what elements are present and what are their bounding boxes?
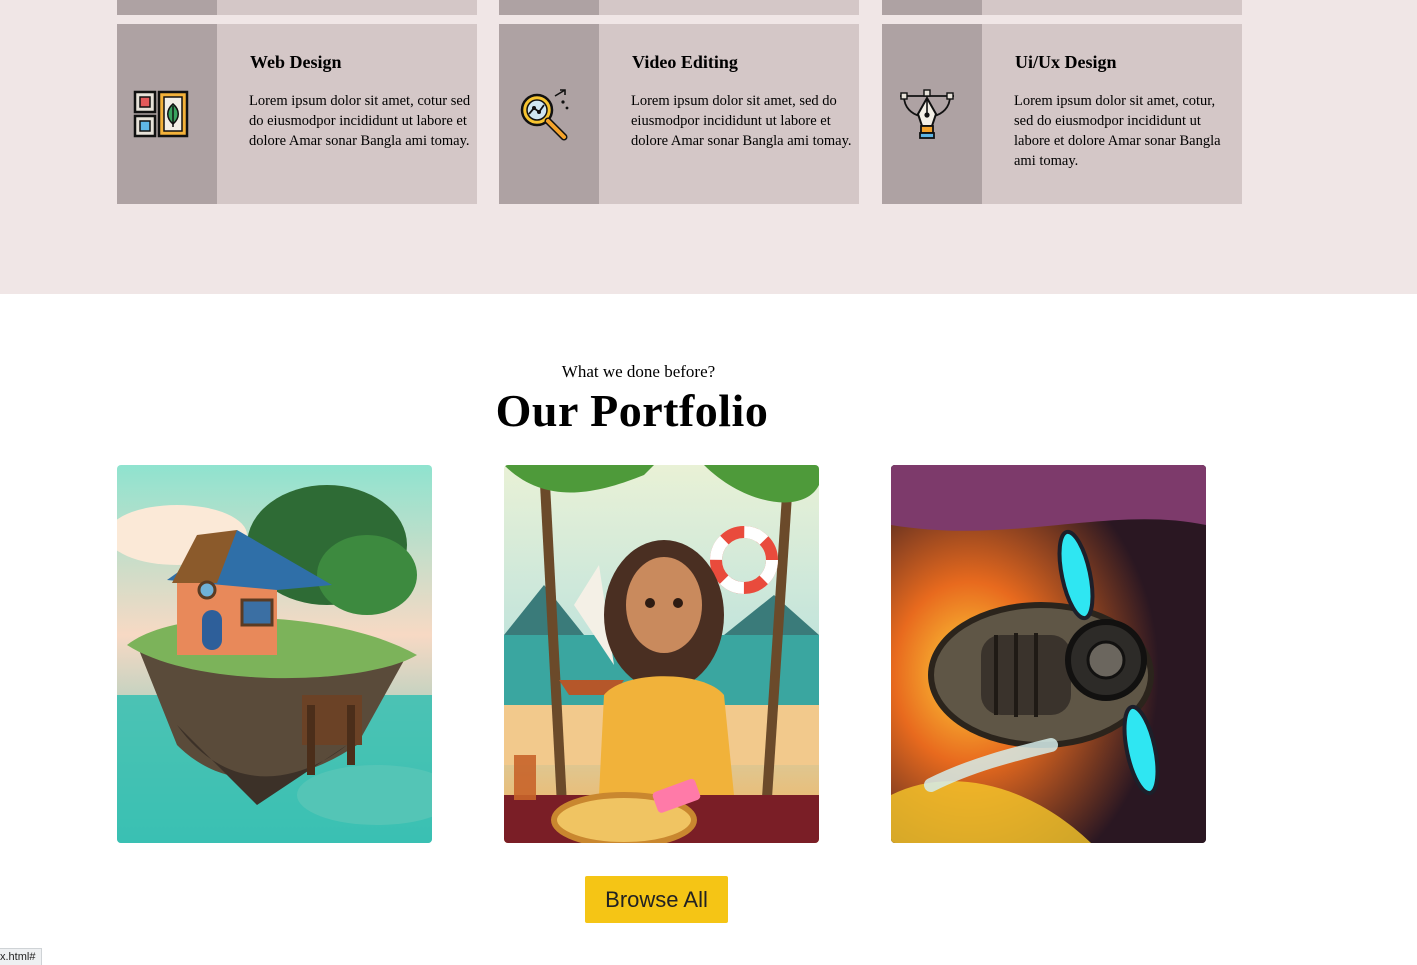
service-icon-panel <box>882 24 982 204</box>
service-title: Web Design <box>250 52 342 72</box>
services-section: Web Design Lorem ipsum dolor sit amet, c… <box>0 0 1417 294</box>
service-icon-panel <box>117 24 217 204</box>
frames-leaf-icon <box>133 90 189 138</box>
service-card-ui-ux-design: Ui/Ux Design Lorem ipsum dolor sit amet,… <box>882 24 1242 204</box>
service-title: Video Editing <box>632 52 738 72</box>
service-icon-panel <box>499 24 599 204</box>
steampunk-airship-propeller-illustration <box>891 465 1206 843</box>
beach-girl-pizza-illustration <box>504 465 819 843</box>
portfolio-item-beach-girl[interactable] <box>504 465 819 843</box>
service-description: Lorem ipsum dolor sit amet, sed do eiusm… <box>631 93 852 149</box>
floating-island-house-illustration <box>117 465 432 843</box>
service-description: Lorem ipsum dolor sit amet, cotur, sed d… <box>1014 93 1221 169</box>
service-card-partial <box>882 0 1242 15</box>
pen-tool-bezier-icon <box>900 89 954 139</box>
service-description: Lorem ipsum dolor sit amet, cotur sed do… <box>249 93 471 149</box>
magnifier-graph-icon <box>520 89 569 141</box>
portfolio-subtitle: What we done before? <box>561 362 716 381</box>
service-title: Ui/Ux Design <box>1015 52 1117 72</box>
browse-all-button[interactable]: Browse All <box>585 876 728 923</box>
service-card-web-design: Web Design Lorem ipsum dolor sit amet, c… <box>117 24 477 204</box>
portfolio-item-airship[interactable] <box>891 465 1206 843</box>
service-card-partial <box>499 0 859 15</box>
service-card-partial <box>117 0 477 15</box>
status-bar-url: x.html# <box>0 948 43 965</box>
portfolio-title: Our Portfolio <box>495 385 769 436</box>
portfolio-item-floating-island[interactable] <box>117 465 432 843</box>
service-card-video-editing: Video Editing Lorem ipsum dolor sit amet… <box>499 24 859 204</box>
